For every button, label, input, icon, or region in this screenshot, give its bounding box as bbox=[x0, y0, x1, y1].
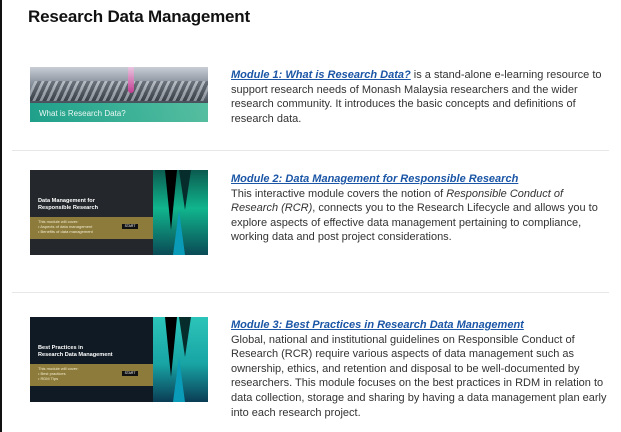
module-2-link[interactable]: Module 2: Data Management for Responsibl… bbox=[231, 172, 607, 187]
slide-start-button: START bbox=[122, 224, 138, 229]
slide-title: Best Practices in Research Data Manageme… bbox=[38, 345, 113, 358]
slide-subtitle: This module will cover: • Best practices… bbox=[38, 366, 79, 381]
slide-start-button: START bbox=[122, 371, 138, 376]
slide-subtitle: This module will cover: • Aspects of dat… bbox=[38, 219, 93, 234]
module-2-text-a: This interactive module covers the notio… bbox=[231, 187, 447, 200]
divider bbox=[12, 292, 609, 293]
module-3-description: Module 3: Best Practices in Research Dat… bbox=[231, 318, 607, 420]
module-1-thumbnail[interactable]: What is Research Data? bbox=[30, 67, 208, 122]
pipette-image bbox=[128, 67, 134, 93]
module-2-thumbnail[interactable]: Data Management for Responsible Research… bbox=[30, 170, 208, 255]
module-3-thumbnail[interactable]: Best Practices in Research Data Manageme… bbox=[30, 317, 208, 402]
page-frame: Research Data Management What is Researc… bbox=[0, 0, 619, 432]
module-1-description: Module 1: What is Research Data? is a st… bbox=[231, 68, 607, 126]
thumbnail-caption: What is Research Data? bbox=[39, 109, 126, 118]
divider bbox=[12, 150, 609, 151]
lab-rack-image bbox=[30, 81, 208, 101]
slide-art bbox=[153, 317, 208, 402]
module-1-link[interactable]: Module 1: What is Research Data? bbox=[231, 69, 411, 81]
slide-art bbox=[153, 170, 208, 255]
module-3-text: Global, national and institutional guide… bbox=[231, 333, 607, 419]
slide-title: Data Management for Responsible Research bbox=[38, 198, 99, 211]
module-2-description: Module 2: Data Management for Responsibl… bbox=[231, 172, 607, 245]
page-title: Research Data Management bbox=[28, 7, 250, 26]
module-3-link[interactable]: Module 3: Best Practices in Research Dat… bbox=[231, 318, 607, 333]
